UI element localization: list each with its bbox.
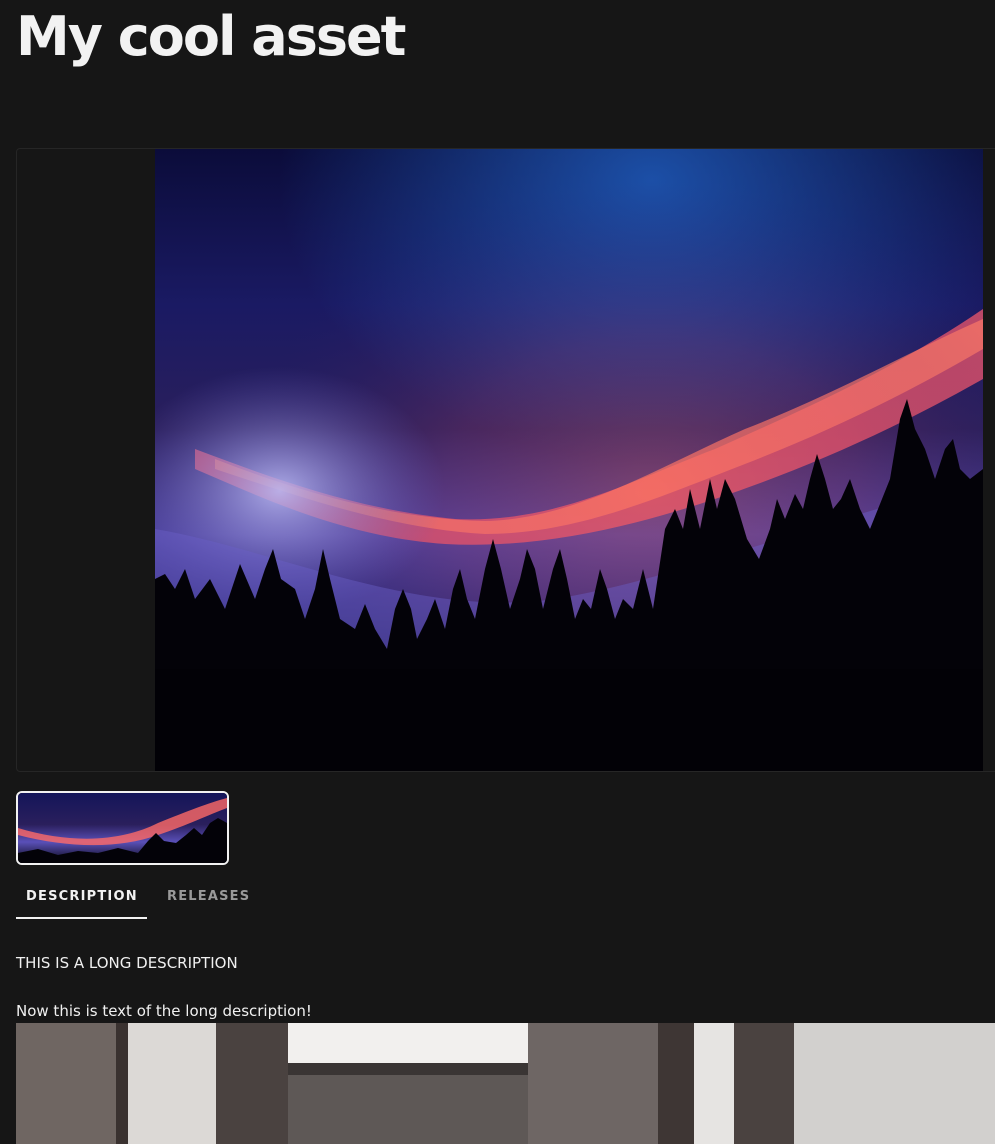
description-heading: THIS IS A LONG DESCRIPTION	[16, 954, 238, 972]
main-image[interactable]	[155, 149, 983, 771]
tab-description-label: DESCRIPTION	[26, 889, 138, 904]
tab-bar: DESCRIPTION RELEASES	[16, 876, 260, 919]
description-body: Now this is text of the long description…	[16, 1002, 312, 1020]
page-title: My cool asset	[16, 5, 406, 68]
thumbnail-image	[18, 793, 227, 863]
image-gallery	[16, 148, 995, 772]
tab-releases-label: RELEASES	[167, 889, 251, 904]
description-photo	[16, 1023, 995, 1144]
tab-releases[interactable]: RELEASES	[157, 876, 260, 919]
gallery-thumbnail[interactable]	[16, 791, 229, 865]
tab-description[interactable]: DESCRIPTION	[16, 876, 147, 919]
description-image	[16, 1023, 995, 1144]
asset-page: My cool asset DESCRIPTION RELEASES THIS …	[0, 0, 995, 1144]
active-tab-underline	[16, 917, 147, 919]
